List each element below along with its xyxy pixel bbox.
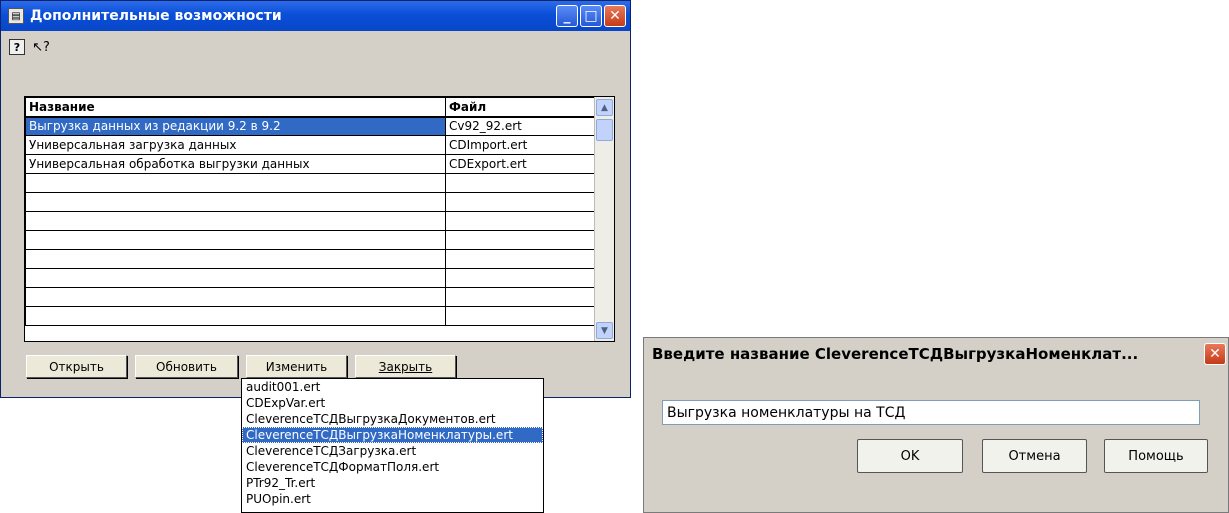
column-header-name[interactable]: Название <box>25 97 446 118</box>
dialog-title: Введите название CleverenceТСДВыгрузкаНо… <box>652 345 1139 363</box>
empty-row[interactable] <box>25 230 596 250</box>
empty-row[interactable] <box>25 287 596 307</box>
list-item[interactable]: CleverenceТСДЗагрузка.ert <box>242 443 543 459</box>
table-row[interactable]: Универсальная загрузка данных CDImport.e… <box>25 135 596 155</box>
name-dialog: Введите название CleverenceТСДВыгрузкаНо… <box>643 337 1229 513</box>
row-file: CDExport.ert <box>445 154 596 174</box>
table-row[interactable]: Выгрузка данных из редакции 9.2 в 9.2 Cv… <box>25 116 596 136</box>
open-button[interactable]: Открыть <box>26 355 127 378</box>
list-item[interactable]: audit001.ert <box>242 379 543 395</box>
dialog-titlebar[interactable]: Введите название CleverenceТСДВыгрузкаНо… <box>644 338 1228 370</box>
edit-button[interactable]: Изменить <box>246 355 347 378</box>
row-file: Cv92_92.ert <box>445 116 596 136</box>
main-window-title: Дополнительные возможности <box>30 8 282 24</box>
toolbar: ? ↖? <box>9 39 50 55</box>
list-item-selected[interactable]: CleverenceТСДВыгрузкаНоменклатуры.ert <box>242 427 543 443</box>
processing-list[interactable]: Название Файл Выгрузка данных из редакци… <box>24 96 615 342</box>
close-button[interactable]: ✕ <box>604 5 626 27</box>
vertical-scrollbar[interactable]: ▲ ▼ <box>594 97 614 341</box>
row-name: Универсальная обработка выгрузки данных <box>25 154 446 174</box>
scroll-down-icon[interactable]: ▼ <box>596 322 613 339</box>
maximize-button[interactable]: □ <box>580 5 602 27</box>
processing-table: Название Файл Выгрузка данных из редакци… <box>25 97 596 326</box>
list-item[interactable]: PUOpin.ert <box>242 491 543 507</box>
cancel-button[interactable]: Отмена <box>982 439 1087 473</box>
empty-row[interactable] <box>25 173 596 193</box>
close-dialog-button[interactable]: Закрыть <box>355 355 456 378</box>
app-icon[interactable]: ▤ <box>8 8 24 24</box>
table-row[interactable]: Универсальная обработка выгрузки данных … <box>25 154 596 174</box>
name-input[interactable] <box>662 400 1200 425</box>
list-item[interactable]: CleverenceТСДФорматПоля.ert <box>242 459 543 475</box>
refresh-button[interactable]: Обновить <box>135 355 238 378</box>
help-icon[interactable]: ? <box>9 39 25 55</box>
row-file: CDImport.ert <box>445 135 596 155</box>
list-item[interactable]: CDExpVar.ert <box>242 395 543 411</box>
empty-row[interactable] <box>25 306 596 326</box>
empty-row[interactable] <box>25 192 596 212</box>
minimize-button[interactable]: _ <box>556 5 578 27</box>
empty-row[interactable] <box>25 268 596 288</box>
column-header-file[interactable]: Файл <box>445 97 596 118</box>
empty-row[interactable] <box>25 249 596 269</box>
help-button[interactable]: Помощь <box>1104 439 1208 473</box>
file-dropdown-list[interactable]: audit001.ert CDExpVar.ert CleverenceТСДВ… <box>241 378 544 513</box>
empty-row[interactable] <box>25 211 596 231</box>
row-name: Универсальная загрузка данных <box>25 135 446 155</box>
row-name: Выгрузка данных из редакции 9.2 в 9.2 <box>25 116 446 136</box>
table-header-row: Название Файл <box>25 97 596 118</box>
scroll-up-icon[interactable]: ▲ <box>596 99 613 116</box>
list-item[interactable]: CleverenceТСДВыгрузкаДокументов.ert <box>242 411 543 427</box>
context-help-icon[interactable]: ↖? <box>32 39 50 55</box>
list-item[interactable]: PTr92_Tr.ert <box>242 475 543 491</box>
ok-button[interactable]: OK <box>857 439 963 473</box>
dialog-close-button[interactable]: ✕ <box>1204 343 1226 365</box>
main-window: ▤ Дополнительные возможности _ □ ✕ ? ↖? … <box>0 0 631 398</box>
button-row: Открыть Обновить Изменить Закрыть <box>26 355 456 378</box>
scroll-thumb[interactable] <box>596 119 613 141</box>
main-titlebar[interactable]: ▤ Дополнительные возможности _ □ ✕ <box>1 1 630 31</box>
